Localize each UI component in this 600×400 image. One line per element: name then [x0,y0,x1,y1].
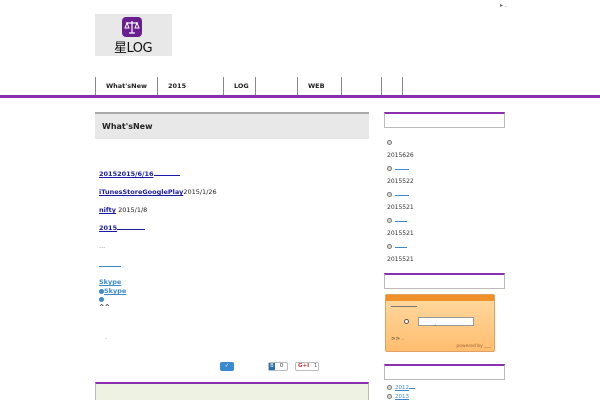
post-item: nifty 2015/1/8 [99,206,147,214]
nav-item-whatsnew[interactable]: What'sNew [95,77,155,95]
hatena-button[interactable]: B 0 [268,362,288,371]
nav-divider [0,95,600,98]
post-link[interactable]: 2015 [99,224,117,232]
powered-by[interactable]: powered by ___ [456,344,491,349]
bullet-icon [387,140,392,145]
archive-item[interactable]: 2012 [387,385,415,391]
nav-item-blank-2[interactable] [341,77,381,95]
sidebar-date: 2015521 [387,256,414,263]
post-item: 20152015/6/16 [99,170,180,178]
skype-link[interactable]: Skype [99,278,121,286]
sidebar-header [384,112,505,128]
search-input[interactable] [418,317,474,326]
sidebar-item[interactable] [387,165,409,172]
sidebar-item[interactable] [387,191,409,198]
post-ellipsis: ... [99,242,106,250]
hatena-icon: B [269,363,275,370]
search-widget: ˆ >> . powered by ___ [385,294,495,352]
post-date: 2015/1/26 [183,188,217,196]
widget-link[interactable] [391,306,417,307]
more-link[interactable] [99,261,121,269]
gplus-icon: G+I [298,363,310,369]
radio-button[interactable] [404,319,409,324]
widget-top-bar [386,295,494,301]
post-date: 2015/1/8 [116,206,148,214]
sidebar-item[interactable] [387,243,407,250]
section-header: What'sNew [95,112,369,139]
sidebar-item[interactable] [387,217,407,224]
post-link[interactable]: 20152015/6/16 [99,170,154,178]
top-link[interactable]: ▸ . [500,2,507,9]
nav-item-web[interactable]: WEB [297,77,341,95]
post-link[interactable]: nifty [99,206,116,214]
page-title: What'sNew [102,122,153,131]
sidebar-date: 2015626 [387,152,414,159]
sidebar-date: 2015521 [387,204,414,211]
sidebar-date: 2015521 [387,230,414,237]
gplus-button[interactable]: G+I 1 [295,362,319,371]
nav-item-blank-1[interactable] [255,77,277,95]
nav-item-log[interactable]: LOG [223,77,255,95]
scales-icon [122,17,142,37]
post-link[interactable]: iTunesStoreGooglePlay [99,188,183,196]
nav-item-blank-3[interactable] [381,77,403,95]
bullet-icon [387,218,392,223]
archive-item[interactable]: 2013 [387,394,409,400]
sidebar-header [384,273,505,289]
smile-text: ^^ [99,303,110,311]
tweet-button[interactable]: ✓ [220,362,234,371]
widget-text[interactable]: >> . [391,336,404,342]
logo-text: 星LOG [114,41,153,56]
gplus-count: 1 [313,363,318,369]
comment-box [95,382,369,400]
main-nav: What'sNew 2015 LOG WEB [95,77,505,95]
hatena-count: 0 [279,363,284,369]
bullet-icon [387,192,392,197]
skype-status[interactable]: Skype [99,287,126,295]
sidebar-header [384,364,505,380]
nav-item-2015[interactable]: 2015 [157,77,221,95]
bullet-icon [387,394,392,399]
site-logo[interactable]: 星LOG [95,14,172,56]
bullet-icon [387,166,392,171]
small-mark: . [105,333,108,341]
sidebar-item[interactable] [387,139,395,146]
bullet-icon [387,244,392,249]
post-item: iTunesStoreGooglePlay2015/1/26 [99,188,217,196]
post-item: 2015 [99,224,146,232]
sidebar-date: 2015522 [387,178,414,185]
cursor-mark: ˆ [434,325,437,331]
bullet-icon [387,385,392,390]
